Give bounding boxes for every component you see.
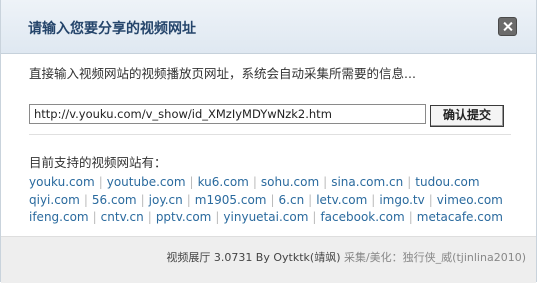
close-icon[interactable] xyxy=(498,17,517,36)
dialog-title: 请输入您要分享的视频网址 xyxy=(28,21,196,37)
site-link[interactable]: sohu.com xyxy=(261,175,319,189)
separator: | xyxy=(323,175,328,189)
separator: | xyxy=(140,192,145,207)
site-link[interactable]: metacafe.com xyxy=(417,210,503,224)
site-link[interactable]: letv.com xyxy=(316,193,367,207)
site-link[interactable]: sina.com.cn xyxy=(331,175,403,189)
separator: | xyxy=(428,192,433,207)
separator: | xyxy=(92,210,97,224)
dialog-titlebar: 请输入您要分享的视频网址 xyxy=(1,0,536,54)
site-link[interactable]: vimeo.com xyxy=(437,193,503,207)
version-info: 视频展厅 3.0731 By Oytktk(靖飒) xyxy=(166,251,341,264)
site-row: youku.com | youtube.com | ku6.com | sohu.com | s… xyxy=(29,174,519,192)
separator: | xyxy=(408,210,413,224)
site-link[interactable]: m1905.com xyxy=(195,193,267,207)
site-link[interactable]: 56.com xyxy=(92,193,137,207)
supported-sites-list: youku.com | youtube.com | ku6.com | sohu.com | s… xyxy=(29,174,519,227)
site-row: qiyi.com | 56.com | joy.cn | m1905.com | 6.cn | le… xyxy=(29,192,519,210)
separator: | xyxy=(98,175,103,189)
site-link[interactable]: cntv.cn xyxy=(101,210,144,224)
dialog-description: 直接输入视频网站的视频播放页网址，系统会自动采集所需要的信息... xyxy=(29,66,416,81)
site-link[interactable]: qiyi.com xyxy=(29,193,80,207)
site-link[interactable]: facebook.com xyxy=(320,210,404,224)
footer-text: 视频展厅 3.0731 By Oytktk(靖飒) 采集/美化：独行侠_威(tj… xyxy=(166,249,526,265)
share-video-dialog: 请输入您要分享的视频网址 直接输入视频网站的视频播放页网址，系统会自动采集所需要… xyxy=(0,0,537,283)
site-link[interactable]: youtube.com xyxy=(107,175,186,189)
site-link[interactable]: ku6.com xyxy=(198,175,249,189)
site-link[interactable]: youku.com xyxy=(29,175,95,189)
separator: | xyxy=(252,175,257,189)
site-link[interactable]: joy.cn xyxy=(149,193,183,207)
separator: | xyxy=(186,192,191,207)
separator: | xyxy=(83,192,88,207)
submit-button[interactable]: 确认提交 xyxy=(430,105,504,127)
credit-info: 采集/美化：独行侠_威(tjinlina2010) xyxy=(340,251,526,264)
divider xyxy=(29,134,511,135)
site-link[interactable]: ifeng.com xyxy=(29,210,89,224)
supported-sites-label: 目前支持的视频网站有： xyxy=(29,155,167,170)
site-link[interactable]: yinyuetai.com xyxy=(223,210,308,224)
dialog-footer: 视频展厅 3.0731 By Oytktk(靖飒) 采集/美化：独行侠_威(tj… xyxy=(1,236,536,283)
separator: | xyxy=(407,175,412,189)
separator: | xyxy=(215,210,220,224)
separator: | xyxy=(371,192,376,207)
site-row: ifeng.com | cntv.cn | pptv.com | yinyuetai.com… xyxy=(29,209,519,227)
separator: | xyxy=(147,210,152,224)
separator: | xyxy=(308,192,313,207)
site-link[interactable]: 6.cn xyxy=(279,193,305,207)
site-link[interactable]: imgo.tv xyxy=(379,193,424,207)
separator: | xyxy=(189,175,194,189)
separator: | xyxy=(270,192,275,207)
site-link[interactable]: tudou.com xyxy=(415,175,479,189)
separator: | xyxy=(312,210,317,224)
video-url-input[interactable] xyxy=(29,104,426,124)
site-link[interactable]: pptv.com xyxy=(156,210,212,224)
